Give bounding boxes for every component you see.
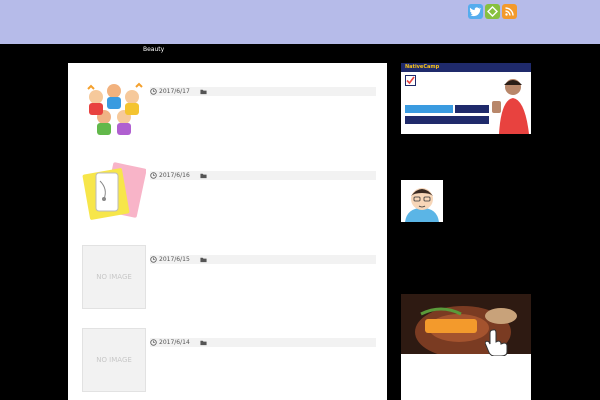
nav-item-home[interactable]: [74, 45, 86, 55]
teacher-photo: [491, 73, 531, 134]
profile-text-1: [401, 230, 531, 238]
post-thumbnail[interactable]: [82, 77, 146, 141]
post-list: 2017/6/17 2017/6/16 NO IMAGE 2017/6/15 N…: [68, 63, 387, 400]
post-date: 2017/6/16: [159, 172, 190, 179]
folder-icon: [200, 340, 207, 346]
post-item: 2017/6/17: [82, 73, 382, 143]
nav-item-2[interactable]: [92, 45, 106, 55]
ad-brand: NativeCamp: [405, 64, 440, 70]
clock-icon: [150, 339, 157, 346]
sidebar-ad-bottom[interactable]: [401, 294, 531, 400]
folder-icon: [200, 173, 207, 179]
nav-item-6[interactable]: [172, 45, 184, 55]
clock-icon: [150, 256, 157, 263]
rss-icon[interactable]: [502, 4, 517, 19]
read-more-link[interactable]: [150, 366, 190, 374]
post-excerpt: [150, 267, 378, 281]
twitter-icon[interactable]: [468, 4, 483, 19]
main-nav: Beauty: [0, 44, 600, 56]
ad-line-2: [411, 372, 527, 384]
post-title[interactable]: [150, 157, 380, 169]
nav-item-beauty[interactable]: Beauty: [143, 45, 167, 55]
nav-item-7[interactable]: [189, 45, 201, 55]
post-date: 2017/6/17: [159, 88, 190, 95]
sidebar-link[interactable]: [401, 134, 451, 143]
site-title[interactable]: [83, 6, 203, 20]
no-image-placeholder[interactable]: NO IMAGE: [82, 245, 146, 309]
site-header: [0, 0, 600, 44]
hand-cursor-icon: [485, 329, 508, 356]
post-meta: 2017/6/14: [150, 338, 376, 347]
ad-logo: [425, 385, 505, 397]
post-category[interactable]: [209, 255, 289, 264]
nav-item-9[interactable]: [224, 45, 236, 55]
post-excerpt: [150, 350, 378, 364]
post-item: NO IMAGE 2017/6/15: [82, 241, 382, 311]
post-excerpt: [150, 183, 378, 197]
ad-sub-2: [455, 105, 489, 113]
feedly-icon[interactable]: [485, 4, 500, 19]
clock-icon: [150, 88, 157, 95]
folder-icon: [200, 257, 207, 263]
clock-icon: [150, 172, 157, 179]
no-image-placeholder[interactable]: NO IMAGE: [82, 328, 146, 392]
read-more-link[interactable]: [150, 283, 190, 291]
post-excerpt: [150, 99, 378, 113]
read-more-link[interactable]: [150, 199, 190, 207]
nav-item-4[interactable]: [128, 45, 138, 55]
post-date: 2017/6/15: [159, 256, 190, 263]
ad-sub-1: [405, 105, 453, 113]
post-title[interactable]: [150, 324, 380, 336]
avatar: [401, 180, 443, 222]
post-meta: 2017/6/16: [150, 171, 376, 180]
profile-widget-title: [401, 163, 441, 173]
nav-item-3[interactable]: [111, 45, 123, 55]
post-meta: 2017/6/15: [150, 255, 376, 264]
post-item: 2017/6/16: [82, 157, 382, 227]
ad-headline: [418, 74, 488, 98]
ad-brand-bar: NativeCamp: [401, 63, 531, 72]
ad-sub-3: [405, 116, 489, 124]
checkbox-icon: [405, 75, 416, 86]
read-more-link[interactable]: [150, 115, 190, 123]
post-thumbnail[interactable]: [82, 161, 147, 225]
post-category[interactable]: [209, 338, 289, 347]
sidebar-ad-top[interactable]: NativeCamp: [401, 63, 531, 134]
folder-icon: [200, 89, 207, 95]
post-title[interactable]: [150, 241, 380, 253]
post-category[interactable]: [209, 87, 289, 96]
nav-item-10[interactable]: [240, 45, 280, 55]
post-item: NO IMAGE 2017/6/14: [82, 324, 382, 394]
post-meta: 2017/6/17: [150, 87, 376, 96]
nav-item-8[interactable]: [206, 45, 218, 55]
site-description: [83, 24, 208, 33]
post-date: 2017/6/14: [159, 339, 190, 346]
profile-text-2: [401, 238, 531, 246]
post-title[interactable]: [150, 73, 380, 85]
ad-line-1: [411, 360, 527, 372]
post-category[interactable]: [209, 171, 289, 180]
reserve-button[interactable]: [425, 319, 477, 333]
